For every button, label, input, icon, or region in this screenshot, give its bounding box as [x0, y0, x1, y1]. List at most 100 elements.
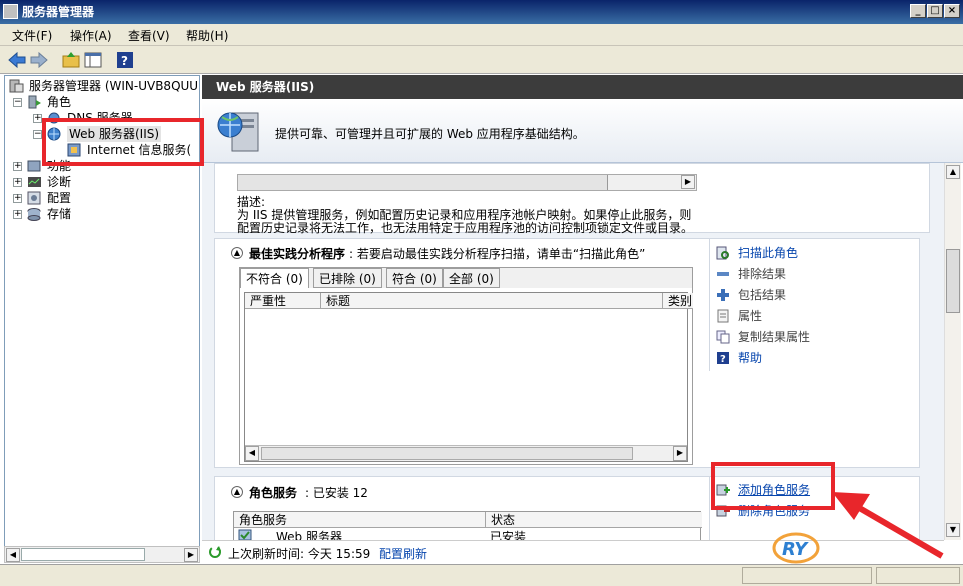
tree-expand-config[interactable]: +: [13, 194, 22, 203]
minus-icon: [716, 267, 730, 281]
bpa-tasks: 扫描此角色 排除结果 包括结果 属性 复制结果属性 ? 帮助: [709, 239, 923, 371]
column-category[interactable]: 类别: [663, 293, 693, 309]
tree-expand-features[interactable]: +: [13, 162, 22, 171]
bpa-horizontal-scrollbar[interactable]: ◀ ▶: [245, 445, 687, 461]
minimize-button[interactable]: _: [910, 4, 926, 18]
tree-node-config[interactable]: 配置: [47, 190, 71, 206]
maximize-button[interactable]: □: [927, 4, 943, 18]
up-folder-icon[interactable]: [62, 51, 80, 69]
role-services-collapse-icon[interactable]: ▲: [231, 486, 243, 498]
web-server-role-icon: [216, 107, 264, 155]
configuration-icon: [27, 191, 42, 205]
task-scan-role-label[interactable]: 扫描此角色: [738, 244, 798, 262]
detail-scroll-thumb[interactable]: [946, 249, 960, 313]
menu-bar: 文件(F) 操作(A) 查看(V) 帮助(H): [0, 24, 963, 46]
bpa-tab-strip: 不符合 (0) 已排除 (0) 符合 (0) 全部 (0): [240, 268, 692, 288]
copy-icon: [716, 330, 730, 344]
tree-horizontal-scrollbar[interactable]: ◀ ▶: [4, 546, 200, 563]
menu-file[interactable]: 文件(F): [12, 27, 52, 44]
menu-view[interactable]: 查看(V): [128, 27, 170, 44]
description-line-2: 配置历史记录将无法工作，也无法用特定于应用程序池的访问控制项锁定文件或目录。: [237, 221, 694, 235]
role-services-title: 角色服务: [249, 486, 298, 500]
tree-collapse-roles[interactable]: −: [13, 98, 22, 107]
tab-excluded[interactable]: 已排除 (0): [313, 268, 382, 288]
show-hide-console-tree-icon[interactable]: [84, 51, 102, 69]
tree-scroll-thumb[interactable]: [21, 548, 145, 561]
forward-arrow-icon[interactable]: [30, 51, 48, 69]
properties-icon: [716, 309, 730, 323]
bpa-hint: : 若要启动最佳实践分析程序扫描，请单击“扫描此角色”: [349, 247, 646, 261]
task-properties-label[interactable]: 属性: [738, 307, 762, 325]
back-arrow-icon[interactable]: [8, 51, 26, 69]
tree-node-storage[interactable]: 存储: [47, 206, 71, 222]
help-icon: ?: [716, 351, 730, 365]
bpa-scroll-right-icon[interactable]: ▶: [673, 446, 687, 461]
detail-pane-header: Web 服务器(IIS): [202, 75, 963, 99]
window-titlebar: 服务器管理器 _ □ ×: [0, 0, 963, 24]
last-refresh-text: 上次刷新时间: 今天 15:59: [228, 547, 371, 561]
tree-node-roles[interactable]: 角色: [47, 94, 71, 110]
task-copy-result-properties-label[interactable]: 复制结果属性: [738, 328, 810, 346]
role-services-installed-count: : 已安装 12: [305, 486, 368, 500]
task-exclude-result-label[interactable]: 排除结果: [738, 265, 786, 283]
scroll-right-arrow-icon[interactable]: ▶: [184, 548, 198, 562]
svg-text:RY: RY: [782, 539, 809, 560]
tree-expand-diagnostics[interactable]: +: [13, 178, 22, 187]
menu-action[interactable]: 操作(A): [70, 27, 112, 44]
services-horizontal-scrollbar[interactable]: ▶: [237, 174, 697, 191]
role-banner: 提供可靠、可管理并且可扩展的 Web 应用程序基础结构。: [202, 99, 963, 163]
tree-node-diagnostics[interactable]: 诊断: [47, 174, 71, 190]
window-title: 服务器管理器: [22, 5, 95, 19]
services-scroll-thumb[interactable]: [238, 175, 608, 190]
storage-icon: [27, 207, 42, 221]
bpa-collapse-icon[interactable]: ▲: [231, 247, 243, 259]
task-help-label[interactable]: 帮助: [738, 349, 762, 367]
column-title[interactable]: 标题: [321, 293, 663, 309]
services-scroll-right-icon[interactable]: ▶: [681, 175, 695, 189]
role-services-list: 角色服务 状态 Web 服务器 已安装: [233, 511, 702, 540]
tree-expand-dns[interactable]: +: [33, 114, 42, 123]
bpa-scroll-left-icon[interactable]: ◀: [245, 446, 259, 461]
toolbar: ?: [0, 46, 963, 74]
task-include-result-label[interactable]: 包括结果: [738, 286, 786, 304]
status-segment-2: [876, 567, 960, 584]
detail-vertical-scrollbar[interactable]: ▲ ▼: [944, 163, 961, 540]
svg-text:?: ?: [121, 54, 128, 68]
banner-description: 提供可靠、可管理并且可扩展的 Web 应用程序基础结构。: [275, 127, 585, 141]
annotation-arrow-icon: [832, 492, 944, 559]
roles-icon: [27, 95, 42, 109]
role-service-installed-icon: [238, 529, 252, 540]
tree-collapse-web[interactable]: −: [33, 130, 42, 139]
system-services-panel: ▶ 描述: 为 IIS 提供管理服务，例如配置历史记录和应用程序池帐户映射。如果…: [214, 163, 930, 235]
configure-refresh-link[interactable]: 配置刷新: [379, 545, 427, 562]
server-icon: [9, 79, 24, 93]
watermark-logo: RY: [770, 528, 822, 568]
role-service-name[interactable]: Web 服务器: [276, 528, 342, 540]
column-severity[interactable]: 严重性: [245, 293, 321, 309]
plus-icon: [716, 288, 730, 302]
scroll-left-arrow-icon[interactable]: ◀: [6, 548, 20, 562]
tab-noncompliant[interactable]: 不符合 (0): [240, 268, 309, 288]
tree-node-server-manager[interactable]: 服务器管理器 (WIN-UVB8QUUDP7: [29, 78, 199, 94]
highlight-box-add-role-services: [711, 462, 835, 510]
bpa-panel: ▲ 最佳实践分析程序 : 若要启动最佳实践分析程序扫描，请单击“扫描此角色” 不…: [214, 238, 920, 468]
tree-expand-storage[interactable]: +: [13, 210, 22, 219]
bpa-scroll-thumb[interactable]: [261, 447, 633, 460]
tab-compliant[interactable]: 符合 (0): [386, 268, 443, 288]
highlight-box-web-server: [42, 118, 204, 166]
column-status[interactable]: 状态: [486, 512, 702, 528]
server-manager-app-icon: [3, 4, 18, 19]
features-icon: [27, 159, 42, 173]
refresh-icon: [208, 545, 222, 559]
bpa-results-list: 严重性 标题 类别 ◀ ▶: [244, 292, 693, 462]
scroll-up-arrow-icon[interactable]: ▲: [946, 165, 960, 179]
svg-text:?: ?: [720, 354, 726, 365]
scan-icon: [716, 246, 730, 260]
bpa-title: 最佳实践分析程序: [249, 247, 346, 261]
menu-help[interactable]: 帮助(H): [186, 27, 228, 44]
column-role-service[interactable]: 角色服务: [234, 512, 486, 528]
tab-all[interactable]: 全部 (0): [443, 268, 500, 288]
detail-pane-title: Web 服务器(IIS): [216, 80, 315, 94]
close-button[interactable]: ×: [944, 4, 960, 18]
help-toolbar-icon[interactable]: ?: [116, 51, 134, 69]
